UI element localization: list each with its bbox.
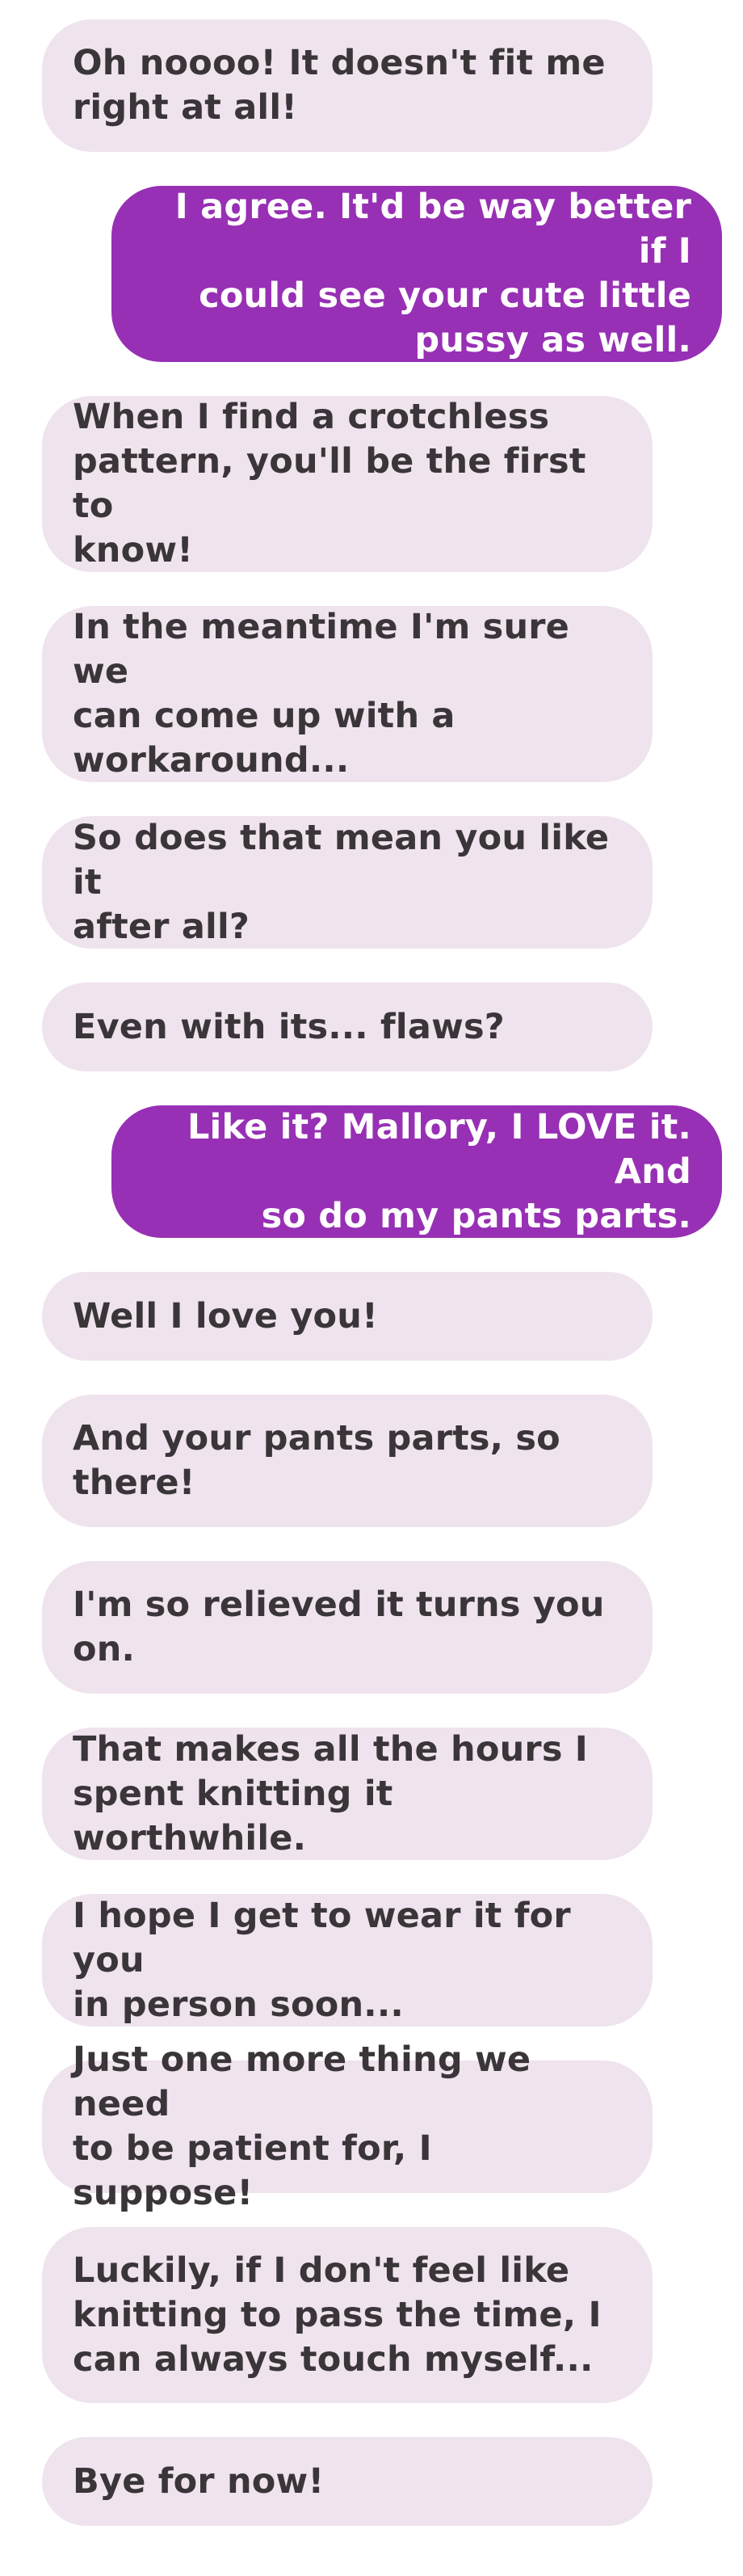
message-received: Bye for now! <box>42 2437 653 2526</box>
message-received: In the meantime I'm sure we can come up … <box>42 606 653 782</box>
message-text: I agree. It'd be way better if I could s… <box>174 187 691 360</box>
message-received: Luckily, if I don't feel like knitting t… <box>42 2227 653 2403</box>
message-text: I'm so relieved it turns you on. <box>73 1585 617 1669</box>
chat-thread: Oh noooo! It doesn't fit me right at all… <box>0 0 743 2576</box>
message-text: Luckily, if I don't feel like knitting t… <box>73 2250 602 2380</box>
message-received: So does that mean you like it after all? <box>42 816 653 949</box>
message-received: Oh noooo! It doesn't fit me right at all… <box>42 19 653 152</box>
message-text: Oh noooo! It doesn't fit me right at all… <box>73 43 606 128</box>
message-received: Just one more thing we need to be patien… <box>42 2039 653 2213</box>
message-text: In the meantime I'm sure we can come up … <box>73 607 570 781</box>
message-text: Bye for now! <box>73 2460 325 2502</box>
message-text: Even with its... flaws? <box>73 1006 505 1047</box>
message-text: Like it? Mallory, I LOVE it. And so do m… <box>187 1106 691 1236</box>
message-received: When I find a crotchless pattern, you'll… <box>42 396 653 572</box>
message-text: When I find a crotchless pattern, you'll… <box>73 397 586 570</box>
message-text: Just one more thing we need to be patien… <box>73 2039 531 2213</box>
message-text: So does that mean you like it after all? <box>73 817 610 947</box>
message-received: Even with its... flaws? <box>42 983 653 1071</box>
message-text: I hope I get to wear it for you in perso… <box>73 1895 571 2025</box>
message-text: Well I love you! <box>73 1295 378 1336</box>
message-sent: Like it? Mallory, I LOVE it. And so do m… <box>111 1105 722 1238</box>
message-text: And your pants parts, so there! <box>73 1418 560 1503</box>
message-sent: I agree. It'd be way better if I could s… <box>111 186 722 362</box>
message-text: That makes all the hours I spent knittin… <box>73 1728 588 1858</box>
message-received: That makes all the hours I spent knittin… <box>42 1728 653 1860</box>
message-received: I'm so relieved it turns you on. <box>42 1561 653 1694</box>
message-received: I hope I get to wear it for you in perso… <box>42 1894 653 2027</box>
message-received: And your pants parts, so there! <box>42 1395 653 1527</box>
message-received: Well I love you! <box>42 1272 653 1361</box>
